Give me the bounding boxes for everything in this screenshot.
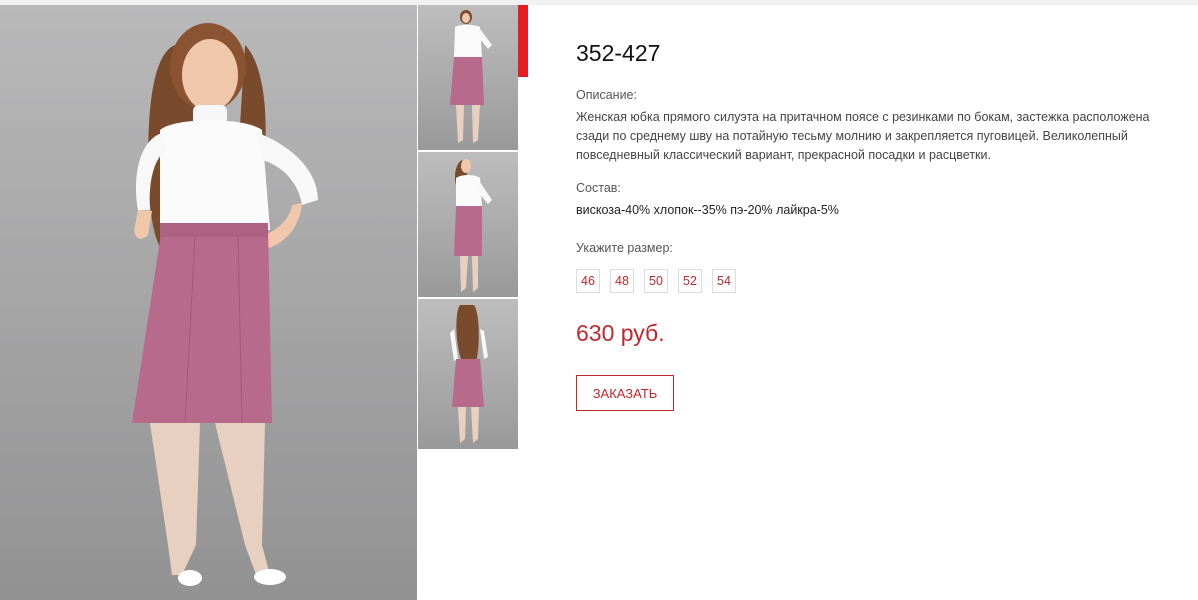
size-option-50[interactable]: 50 (644, 269, 668, 293)
product-code: 352-427 (576, 40, 661, 66)
size-selector: 46 48 50 52 54 (576, 269, 736, 293)
main-product-photo[interactable] (0, 5, 417, 600)
composition-text: вискоза-40% хлопок--35% пэ-20% лайкра-5% (576, 203, 839, 217)
product-price: 630 руб. (576, 320, 665, 346)
thumbnail-back-image (450, 305, 488, 443)
description-text: Женская юбка прямого силуэта на притачно… (576, 110, 1150, 162)
size-option-54[interactable]: 54 (712, 269, 736, 293)
order-button[interactable]: ЗАКАЗАТЬ (576, 375, 674, 411)
thumbnail-side[interactable] (418, 152, 518, 297)
thumbnail-front[interactable] (418, 5, 518, 150)
size-option-48[interactable]: 48 (610, 269, 634, 293)
active-thumbnail-indicator (518, 5, 528, 77)
thumbnail-list (418, 5, 518, 451)
size-label: Укажите размер: (576, 241, 673, 255)
thumbnail-front-image (450, 10, 492, 143)
size-option-46[interactable]: 46 (576, 269, 600, 293)
composition-label: Состав: (576, 181, 621, 195)
size-option-52[interactable]: 52 (678, 269, 702, 293)
description-label: Описание: (576, 88, 637, 102)
thumbnail-back[interactable] (418, 299, 518, 449)
model-front-image (132, 23, 318, 586)
thumbnail-side-image (454, 159, 492, 292)
